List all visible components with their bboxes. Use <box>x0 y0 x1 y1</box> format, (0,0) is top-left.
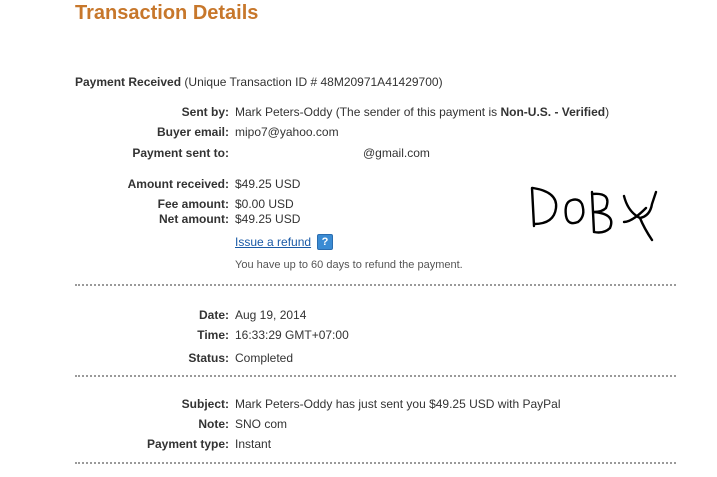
payment-summary: Payment Received (Unique Transaction ID … <box>75 75 443 89</box>
sender-note-prefix: (The sender of this payment is <box>335 105 501 119</box>
amount-received-label: Amount received: <box>127 177 229 191</box>
sender-note-suffix: ) <box>605 105 610 119</box>
buyer-email-row: Buyer email: mipo7@yahoo.com <box>0 125 717 141</box>
section-divider <box>75 284 676 286</box>
net-amount-value: $49.25 USD <box>235 212 301 226</box>
transaction-id: (Unique Transaction ID # 48M20971A414297… <box>184 75 443 89</box>
status-label: Status: <box>188 351 229 365</box>
buyer-email-value: mipo7@yahoo.com <box>235 125 339 139</box>
payment-type-label: Payment type: <box>146 437 229 451</box>
status-value: Completed <box>235 351 294 365</box>
help-icon[interactable]: ? <box>317 234 333 250</box>
fee-amount-value: $0.00 USD <box>235 197 294 211</box>
sent-by-value: Mark Peters-Oddy (The sender of this pay… <box>235 105 609 119</box>
fee-amount-label: Fee amount: <box>157 197 229 211</box>
payment-type-value: Instant <box>235 437 272 451</box>
note-row: Note: SNO com <box>0 417 717 433</box>
payment-type-row: Payment type: Instant <box>0 437 717 453</box>
page-title: Transaction Details <box>75 2 259 24</box>
payment-sent-to-row: Payment sent to: @gmail.com <box>0 146 717 162</box>
time-value: 16:33:29 GMT+07:00 <box>235 328 349 342</box>
status-row: Status: Completed <box>0 351 717 367</box>
issue-refund-link[interactable]: Issue a refund <box>235 235 311 249</box>
note-value: SNO com <box>235 417 288 431</box>
subject-row: Subject: Mark Peters-Oddy has just sent … <box>0 397 717 413</box>
note-label: Note: <box>198 417 229 431</box>
date-value: Aug 19, 2014 <box>235 308 307 322</box>
sent-by-label: Sent by: <box>181 105 229 119</box>
payment-sent-to-value: @gmail.com <box>363 146 430 160</box>
payment-status-heading: Payment Received <box>75 75 182 89</box>
handwritten-annotation <box>528 182 668 247</box>
time-label: Time: <box>197 328 229 342</box>
section-divider <box>75 462 676 464</box>
subject-label: Subject: <box>181 397 229 411</box>
time-row: Time: 16:33:29 GMT+07:00 <box>0 328 717 344</box>
subject-value: Mark Peters-Oddy has just sent you $49.2… <box>235 397 561 411</box>
amount-received-value: $49.25 USD <box>235 177 301 191</box>
sent-by-row: Sent by: Mark Peters-Oddy (The sender of… <box>0 105 717 121</box>
date-row: Date: Aug 19, 2014 <box>0 308 717 324</box>
net-amount-label: Net amount: <box>159 212 229 226</box>
payment-sent-to-label: Payment sent to: <box>132 146 229 160</box>
sender-name: Mark Peters-Oddy <box>235 105 333 119</box>
buyer-email-label: Buyer email: <box>156 125 229 139</box>
section-divider <box>75 375 676 377</box>
refund-note: You have up to 60 days to refund the pay… <box>235 259 463 271</box>
handwritten-doby-drawing <box>530 186 658 242</box>
date-label: Date: <box>198 308 229 322</box>
sender-verification-status: Non-U.S. - Verified <box>500 105 606 119</box>
